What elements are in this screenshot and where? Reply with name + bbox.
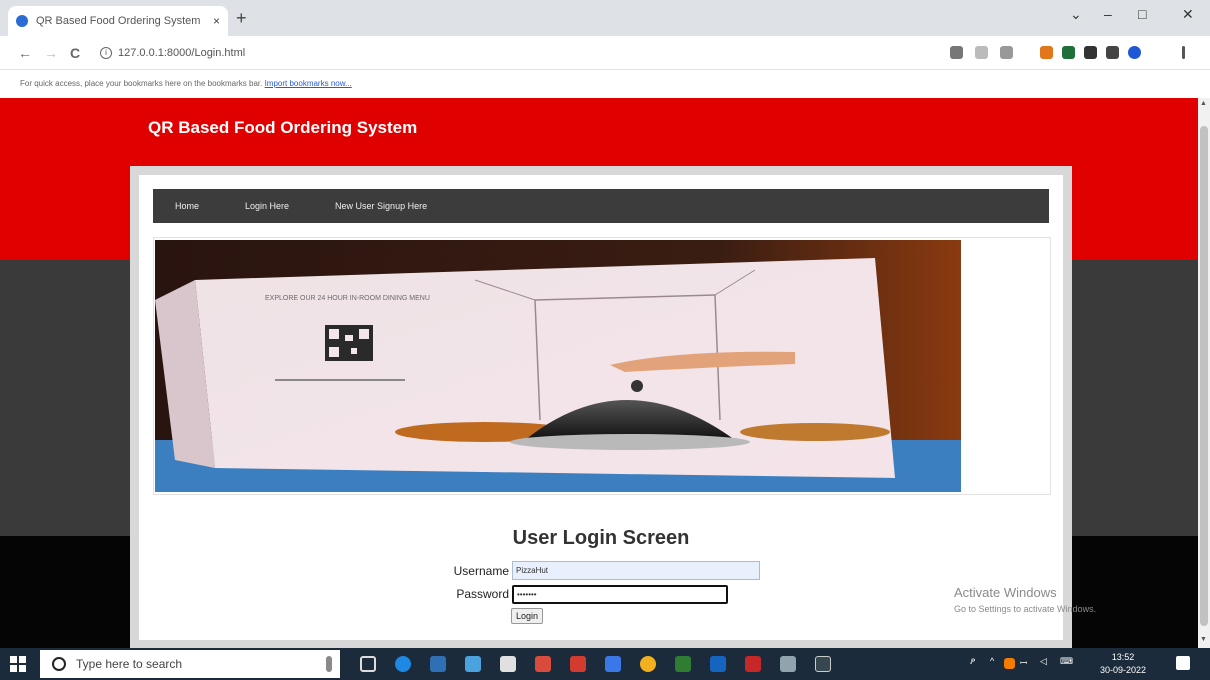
site-nav: Home Login Here New User Signup Here	[153, 189, 1049, 223]
edge-icon[interactable]	[395, 656, 411, 672]
close-window-button[interactable]: ✕	[1182, 6, 1194, 23]
reload-button[interactable]: C	[70, 45, 80, 61]
shield-extension-icon[interactable]	[1062, 46, 1075, 59]
main-container: Home Login Here New User Signup Here EXP…	[139, 175, 1063, 640]
scroll-up-icon[interactable]: ▲	[1200, 100, 1207, 107]
username-input[interactable]	[512, 561, 760, 580]
page-scrollbar[interactable]: ▲ ▼	[1198, 98, 1210, 648]
app-icon-1[interactable]	[465, 656, 481, 672]
scroll-thumb[interactable]	[1200, 126, 1208, 626]
url-text: 127.0.0.1:8000/Login.html	[118, 47, 246, 59]
clock-time: 13:52	[1111, 652, 1135, 662]
address-bar[interactable]: i 127.0.0.1:8000/Login.html	[100, 42, 940, 64]
notification-icon[interactable]	[1176, 656, 1190, 670]
fox-extension-icon[interactable]	[1040, 46, 1053, 59]
acrobat-icon[interactable]	[570, 656, 586, 672]
word-icon[interactable]	[710, 656, 726, 672]
nav-signup[interactable]: New User Signup Here	[335, 201, 427, 211]
import-bookmarks-link[interactable]: Import bookmarks now...	[265, 79, 352, 88]
forward-button[interactable]: →	[44, 45, 58, 61]
profile-icon[interactable]	[1128, 46, 1141, 59]
banner-card-text: EXPLORE OUR 24 HOUR IN-ROOM DINING MENU	[265, 295, 430, 302]
app-icon-3[interactable]	[675, 656, 691, 672]
menu-icon[interactable]	[1182, 46, 1185, 59]
terminal-icon[interactable]	[815, 656, 831, 672]
activation-watermark: Activate Windows Go to Settings to activ…	[954, 585, 1096, 614]
tray-app-icon[interactable]	[1004, 658, 1015, 669]
password-label: Password	[456, 587, 509, 601]
task-view-icon[interactable]	[360, 656, 376, 672]
bookmarks-prompt: For quick access, place your bookmarks h…	[20, 79, 263, 88]
watermark-line1: Activate Windows	[954, 585, 1057, 600]
files-icon[interactable]	[500, 656, 516, 672]
app-icon-5[interactable]	[780, 656, 796, 672]
chrome-icon[interactable]	[640, 656, 656, 672]
microphone-icon[interactable]	[326, 656, 332, 672]
browser-toolbar: ← → C i 127.0.0.1:8000/Login.html	[0, 36, 1210, 70]
keyboard-icon[interactable]: ⌨	[1060, 656, 1073, 667]
new-tab-button[interactable]: +	[236, 8, 247, 29]
watermark-line2: Go to Settings to activate Windows.	[954, 604, 1097, 614]
login-button[interactable]: Login	[511, 608, 544, 624]
key-icon[interactable]	[950, 46, 963, 59]
puzzle-icon[interactable]	[1084, 46, 1097, 59]
tab-close-icon[interactable]: ×	[213, 14, 220, 28]
search-placeholder: Type here to search	[76, 657, 183, 671]
nav-home[interactable]: Home	[175, 201, 199, 211]
password-input[interactable]	[512, 585, 728, 604]
tab-title: QR Based Food Ordering System	[36, 15, 201, 27]
scroll-down-icon[interactable]: ▼	[1200, 636, 1207, 643]
star-icon[interactable]	[1000, 46, 1013, 59]
login-heading: User Login Screen	[512, 527, 690, 549]
windows-start-icon[interactable]	[10, 656, 26, 672]
search-icon	[52, 657, 66, 671]
system-clock[interactable]: 13:52 30-09-2022	[1100, 651, 1146, 677]
banner-image: EXPLORE OUR 24 HOUR IN-ROOM DINING MENU	[155, 240, 961, 492]
network-icon[interactable]: ꟷ	[1020, 656, 1027, 669]
browser-tabstrip: QR Based Food Ordering System × + ⌄ – □ …	[0, 0, 1210, 36]
tab-search-icon[interactable]: ⌄	[1070, 6, 1082, 23]
volume-icon[interactable]: ◁	[1040, 656, 1047, 667]
username-label: Username	[453, 564, 509, 578]
banner-frame: EXPLORE OUR 24 HOUR IN-ROOM DINING MENU	[153, 237, 1051, 495]
page-viewport: QR Based Food Ordering System Home Login…	[0, 98, 1198, 648]
app-icon-4[interactable]	[745, 656, 761, 672]
tray-chevron-icon[interactable]: ^	[990, 656, 994, 666]
bookmarks-bar: For quick access, place your bookmarks h…	[0, 70, 1210, 98]
people-icon[interactable]: ዖ	[970, 656, 975, 667]
nav-login[interactable]: Login Here	[245, 201, 289, 211]
sidebar-icon[interactable]	[1106, 46, 1119, 59]
maximize-button[interactable]: □	[1138, 6, 1146, 22]
taskbar-search[interactable]: Type here to search	[40, 650, 340, 678]
office-icon[interactable]	[535, 656, 551, 672]
clock-date: 30-09-2022	[1100, 665, 1147, 675]
qr-code-icon	[325, 325, 373, 361]
site-favicon-icon	[16, 15, 28, 27]
site-info-icon[interactable]: i	[100, 47, 112, 59]
back-button[interactable]: ←	[18, 45, 32, 61]
site-title: QR Based Food Ordering System	[148, 118, 418, 137]
share-icon[interactable]	[975, 46, 988, 59]
browser-tab[interactable]: QR Based Food Ordering System ×	[8, 6, 228, 36]
minimize-button[interactable]: –	[1104, 6, 1112, 22]
store-icon[interactable]	[430, 656, 446, 672]
taskbar: Type here to search ዖ ^ ꟷ ◁ ⌨ 13:52 30-0…	[0, 648, 1210, 680]
app-icon-2[interactable]	[605, 656, 621, 672]
